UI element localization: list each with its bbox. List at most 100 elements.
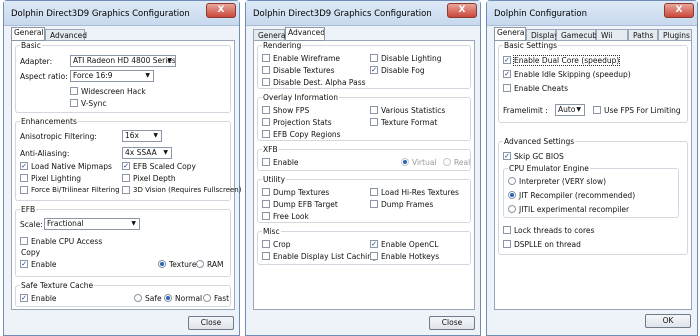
cpu-access-checkbox[interactable] bbox=[20, 237, 28, 245]
cpu-access-label: Enable CPU Access bbox=[31, 237, 103, 246]
graphics-config-window-advanced: Dolphin Direct3D9 Graphics Configuration… bbox=[245, 0, 481, 336]
misc-group: Misc Crop ✓ Enable OpenCL Enable Display… bbox=[257, 227, 471, 265]
widescreen-hack-label: Widescreen Hack bbox=[81, 87, 146, 96]
scale-label: Scale: bbox=[20, 220, 43, 229]
title-bar[interactable]: Dolphin Direct3D9 Graphics Configuration… bbox=[4, 1, 239, 26]
group-title: Enhancements bbox=[20, 117, 78, 126]
interpreter-radio[interactable] bbox=[508, 177, 516, 185]
dump-textures-checkbox[interactable] bbox=[262, 188, 270, 196]
display-list-checkbox[interactable] bbox=[262, 252, 270, 260]
close-x-button[interactable]: X bbox=[447, 3, 477, 18]
copy-group: Copy ✓ Enable Texture RAM bbox=[18, 248, 228, 274]
wireframe-label: Enable Wireframe bbox=[273, 54, 341, 63]
jitil-label: JITIL experimental recompiler bbox=[519, 205, 630, 214]
aspect-ratio-dropdown[interactable]: Force 16:9 ▼ bbox=[70, 70, 154, 82]
jitil-radio[interactable] bbox=[508, 205, 516, 213]
various-stats-checkbox[interactable] bbox=[370, 106, 378, 114]
skip-gc-bios-checkbox[interactable]: ✓ bbox=[503, 152, 511, 160]
overlay-group: Overlay Information Show FPS Various Sta… bbox=[257, 93, 471, 141]
efb-scaled-copy-label: EFB Scaled Copy bbox=[133, 162, 196, 171]
tab-panel: Rendering Enable Wireframe Disable Light… bbox=[253, 40, 475, 310]
dump-frames-checkbox[interactable] bbox=[370, 200, 378, 208]
disable-fog-checkbox[interactable]: ✓ bbox=[370, 66, 378, 74]
group-title: Advanced Settings bbox=[503, 137, 576, 146]
widescreen-hack-checkbox[interactable] bbox=[70, 87, 78, 95]
framelimit-dropdown[interactable]: Auto ▼ bbox=[555, 104, 585, 116]
close-button[interactable]: Close bbox=[429, 316, 475, 330]
real-radio[interactable] bbox=[443, 158, 451, 166]
chevron-down-icon: ▼ bbox=[576, 106, 581, 113]
cheats-checkbox[interactable] bbox=[503, 84, 511, 92]
force-bi-label: Force Bi/Trilinear Filtering bbox=[31, 186, 120, 194]
dump-efb-checkbox[interactable] bbox=[262, 200, 270, 208]
safe-radio[interactable] bbox=[134, 294, 142, 302]
texture-format-checkbox[interactable] bbox=[370, 118, 378, 126]
scale-dropdown[interactable]: Fractional ▼ bbox=[44, 218, 140, 230]
disable-textures-checkbox[interactable] bbox=[262, 66, 270, 74]
group-title: Overlay Information bbox=[262, 93, 339, 102]
load-hires-label: Load Hi-Res Textures bbox=[381, 188, 459, 197]
tab-general[interactable]: General bbox=[11, 27, 45, 41]
pixel-lighting-checkbox[interactable] bbox=[20, 174, 28, 182]
ram-radio[interactable] bbox=[196, 260, 204, 268]
xfb-enable-checkbox[interactable] bbox=[262, 158, 270, 166]
normal-label: Normal bbox=[175, 294, 203, 303]
3d-vision-checkbox[interactable] bbox=[122, 186, 130, 194]
projection-stats-checkbox[interactable] bbox=[262, 118, 270, 126]
normal-radio[interactable] bbox=[164, 294, 172, 302]
load-mipmaps-checkbox[interactable]: ✓ bbox=[20, 162, 28, 170]
tab-advanced[interactable]: Advanced bbox=[285, 27, 325, 41]
jit-radio[interactable] bbox=[508, 191, 516, 199]
utility-group: Utility Dump Textures Load Hi-Res Textur… bbox=[257, 175, 471, 223]
title-bar[interactable]: Dolphin Direct3D9 Graphics Configuration… bbox=[246, 1, 480, 26]
force-bi-checkbox[interactable] bbox=[20, 186, 28, 194]
disable-lighting-checkbox[interactable] bbox=[370, 54, 378, 62]
idle-skip-checkbox[interactable]: ✓ bbox=[503, 70, 511, 78]
pixel-lighting-label: Pixel Lighting bbox=[31, 174, 82, 183]
dsplle-checkbox[interactable] bbox=[503, 240, 511, 248]
adapter-dropdown[interactable]: ATI Radeon HD 4800 Series ▼ bbox=[70, 55, 176, 67]
anti-aliasing-dropdown[interactable]: 4x SSAA ▼ bbox=[122, 147, 172, 159]
show-fps-checkbox[interactable] bbox=[262, 106, 270, 114]
real-label: Real bbox=[454, 158, 471, 167]
close-button[interactable]: Close bbox=[188, 316, 234, 330]
fast-radio[interactable] bbox=[203, 294, 211, 302]
use-fps-checkbox[interactable] bbox=[593, 106, 601, 114]
vsync-checkbox[interactable] bbox=[70, 99, 78, 107]
adapter-value: ATI Radeon HD 4800 Series bbox=[73, 56, 176, 65]
dual-core-checkbox[interactable]: ✓ bbox=[503, 56, 511, 64]
cheats-label: Enable Cheats bbox=[514, 84, 568, 93]
enable-hotkeys-checkbox[interactable] bbox=[370, 252, 378, 260]
skip-gc-bios-label: Skip GC BIOS bbox=[514, 152, 564, 161]
copy-enable-label: Enable bbox=[31, 260, 57, 269]
tab-general[interactable]: General bbox=[494, 27, 526, 41]
title-bar[interactable]: Dolphin Configuration X bbox=[487, 1, 697, 26]
close-x-button[interactable]: X bbox=[664, 3, 694, 18]
framelimit-value: Auto bbox=[558, 105, 576, 114]
lock-threads-checkbox[interactable] bbox=[503, 226, 511, 234]
load-hires-checkbox[interactable] bbox=[370, 188, 378, 196]
vsync-label: V-Sync bbox=[81, 99, 107, 108]
efb-copy-regions-checkbox[interactable] bbox=[262, 130, 270, 138]
copy-enable-checkbox[interactable]: ✓ bbox=[20, 260, 28, 268]
dsplle-label: DSPLLE on thread bbox=[514, 240, 581, 249]
crop-checkbox[interactable] bbox=[262, 240, 270, 248]
texture-radio[interactable] bbox=[158, 260, 166, 268]
idle-skip-label: Enable Idle Skipping (speedup) bbox=[514, 70, 631, 79]
efb-scaled-copy-checkbox[interactable]: ✓ bbox=[122, 162, 130, 170]
group-title: Utility bbox=[262, 175, 287, 184]
close-x-button[interactable]: X bbox=[206, 3, 236, 18]
disable-lighting-label: Disable Lighting bbox=[381, 54, 442, 63]
group-title: EFB bbox=[20, 205, 37, 214]
wireframe-checkbox[interactable] bbox=[262, 54, 270, 62]
chevron-down-icon: ▼ bbox=[145, 72, 150, 79]
enable-opencl-checkbox[interactable]: ✓ bbox=[370, 240, 378, 248]
pixel-depth-checkbox[interactable] bbox=[122, 174, 130, 182]
free-look-checkbox[interactable] bbox=[262, 212, 270, 220]
disable-alpha-checkbox[interactable] bbox=[262, 78, 270, 86]
anisotropic-dropdown[interactable]: 16x ▼ bbox=[122, 130, 162, 142]
stc-enable-checkbox[interactable]: ✓ bbox=[20, 294, 28, 302]
virtual-radio[interactable] bbox=[401, 158, 409, 166]
show-fps-label: Show FPS bbox=[273, 106, 310, 115]
ok-button[interactable]: OK bbox=[645, 314, 691, 328]
